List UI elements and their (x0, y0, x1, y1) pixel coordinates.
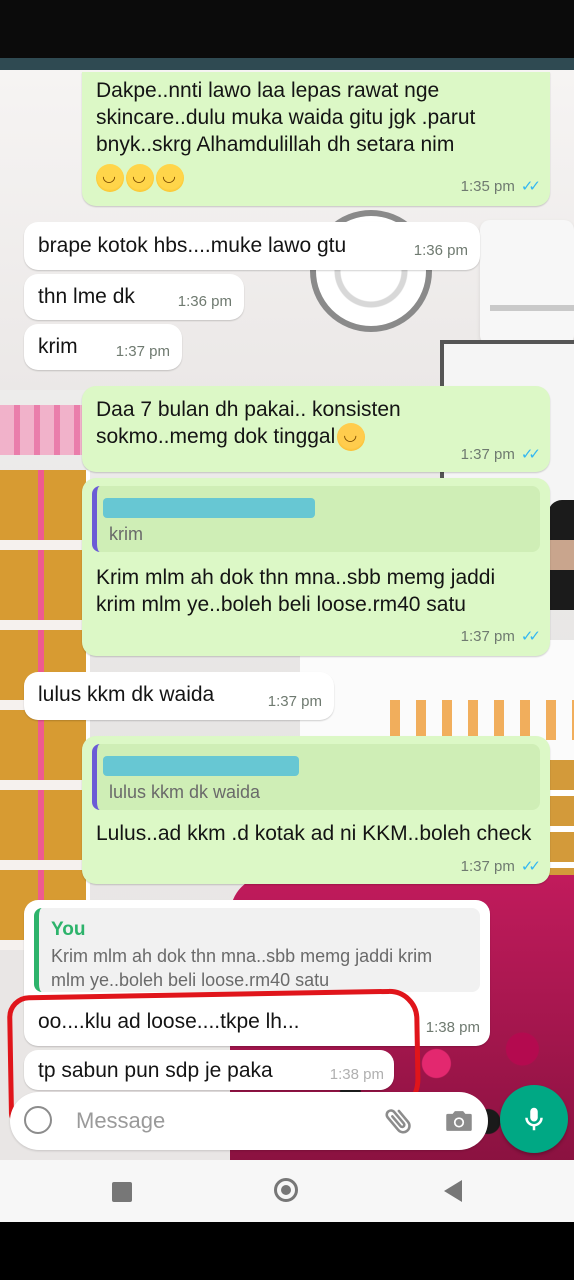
message-time: 1:36 pm (177, 293, 232, 310)
home-icon[interactable] (274, 1178, 298, 1202)
read-receipt-icon: ✓✓ (520, 446, 541, 463)
message-text: Lulus..ad kkm .d kotak ad ni KKM..boleh … (96, 822, 532, 845)
quoted-author: You (51, 919, 86, 940)
message-bubble[interactable]: thn lme dk 1:36 pm (24, 274, 244, 320)
smiling-face-icon (126, 164, 154, 193)
microphone-icon (525, 1107, 543, 1131)
quoted-message[interactable]: lulus kkm dk waida (92, 744, 540, 810)
message-time: 1:37 pm (115, 343, 170, 360)
message-bubble[interactable]: Daa 7 bulan dh pakai.. konsisten sokmo..… (82, 386, 550, 472)
smiling-face-icon (156, 164, 184, 193)
emoji-icon[interactable] (24, 1106, 52, 1134)
message-text: lulus kkm dk waida (38, 683, 215, 706)
message-bubble[interactable]: lulus kkm dk waida Lulus..ad kkm .d kota… (82, 736, 550, 884)
redacted-name (103, 756, 299, 776)
paperclip-icon[interactable] (382, 1104, 416, 1138)
read-receipt-icon: ✓✓ (520, 858, 541, 875)
emoji-row (96, 164, 186, 193)
screen-bottom-edge (0, 1222, 574, 1280)
message-time: 1:36 pm (413, 242, 468, 259)
quoted-text: lulus kkm dk waida (109, 782, 261, 802)
microphone-button[interactable] (500, 1085, 568, 1153)
status-bar (0, 0, 574, 58)
back-icon[interactable] (444, 1180, 462, 1202)
message-input[interactable]: Message (76, 1108, 165, 1134)
message-text: Krim mlm ah dok thn mna..sbb memg jaddi … (96, 566, 496, 616)
quoted-text: Krim mlm ah dok thn mna..sbb memg jaddi … (51, 946, 433, 990)
message-text: brape kotok hbs....muke lawo gtu (38, 234, 347, 257)
message-bubble[interactable]: krim Krim mlm ah dok thn mna..sbb memg j… (82, 478, 550, 656)
quoted-message[interactable]: You Krim mlm ah dok thn mna..sbb memg ja… (34, 908, 480, 992)
message-time: 1:37 pm ✓✓ (460, 858, 541, 875)
camera-icon[interactable] (442, 1104, 476, 1138)
message-time: 1:37 pm ✓✓ (460, 446, 541, 463)
message-time: 1:37 pm ✓✓ (460, 628, 541, 645)
quoted-text: krim (109, 524, 143, 544)
message-time: 1:35 pm ✓✓ (460, 178, 541, 195)
system-nav-bar (0, 1160, 574, 1222)
message-time: 1:37 pm (267, 693, 322, 710)
message-composer[interactable]: Message (10, 1092, 488, 1150)
quoted-message[interactable]: krim (92, 486, 540, 552)
message-text: krim (38, 335, 78, 358)
message-text: Daa 7 bulan dh pakai.. konsisten sokmo..… (96, 396, 516, 452)
message-bubble[interactable]: Dakpe..nnti lawo laa lepas rawat nge ski… (82, 72, 550, 206)
smiling-face-with-hearts-icon (337, 423, 366, 452)
message-bubble[interactable]: lulus kkm dk waida 1:37 pm (24, 672, 334, 720)
smiling-face-icon (96, 164, 124, 193)
message-time: 1:38 pm (425, 1019, 480, 1036)
recent-apps-icon[interactable] (112, 1182, 132, 1202)
message-text: thn lme dk (38, 285, 135, 308)
message-bubble[interactable]: krim 1:37 pm (24, 324, 182, 370)
message-bubble[interactable]: brape kotok hbs....muke lawo gtu 1:36 pm (24, 222, 480, 270)
message-text: Dakpe..nnti lawo laa lepas rawat nge ski… (96, 79, 476, 156)
read-receipt-icon: ✓✓ (520, 628, 541, 645)
redacted-name (103, 498, 315, 518)
read-receipt-icon: ✓✓ (520, 178, 541, 195)
app-bar-edge (0, 58, 574, 70)
